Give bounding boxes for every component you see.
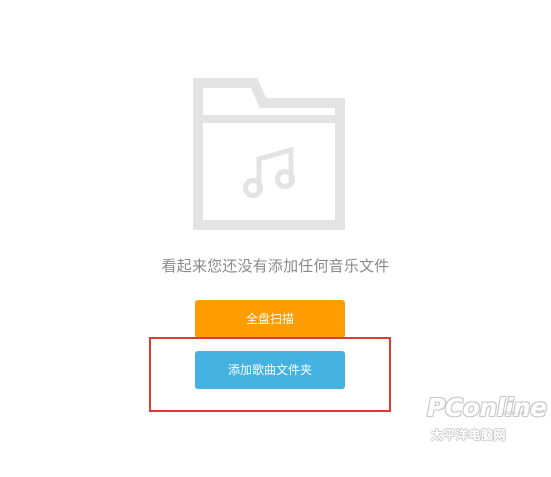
folder-music-icon (193, 78, 345, 230)
pconline-watermark: PConline .com.cn 太平洋电脑网 (427, 393, 547, 459)
watermark-logo-text: PConline (427, 393, 547, 422)
highlight-annotation-box (149, 337, 391, 412)
music-note-icon (243, 146, 295, 198)
watermark-domain: .com.cn (501, 410, 525, 417)
full-scan-button[interactable]: 全盘扫描 (195, 300, 345, 338)
empty-state-message: 看起来您还没有添加任何音乐文件 (161, 257, 390, 275)
watermark-subtitle: 太平洋电脑网 (431, 428, 507, 442)
